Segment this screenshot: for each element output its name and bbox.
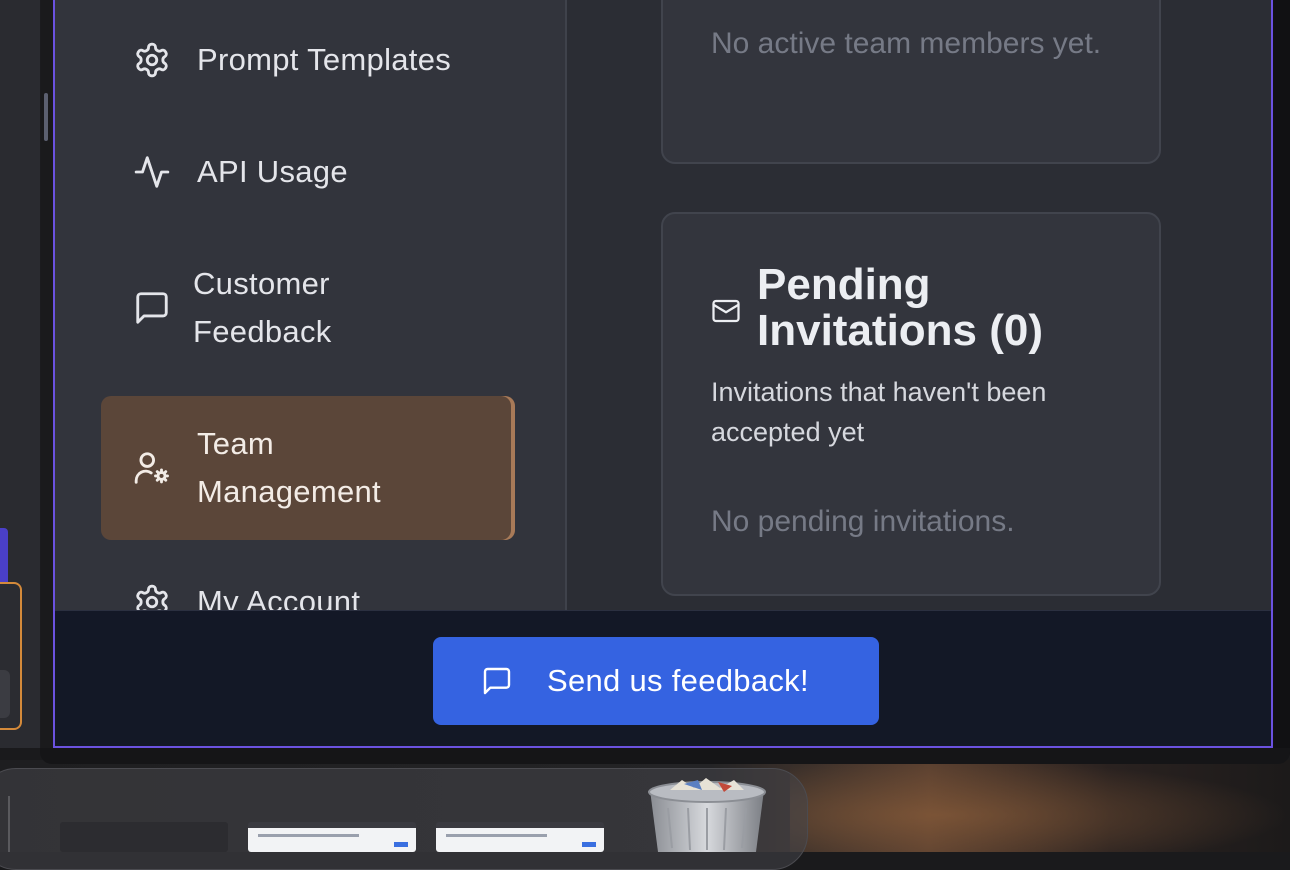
pending-invitations-card: Pending Invitations (0) Invitations that… <box>661 212 1161 596</box>
dock-browser-thumbnail[interactable] <box>436 822 604 852</box>
dock-browser-thumbnail[interactable] <box>248 822 416 852</box>
active-members-empty-text: No active team members yet. <box>711 27 1102 60</box>
activity-icon <box>133 153 171 191</box>
background-window-panel[interactable] <box>0 582 22 730</box>
sidebar-item-prompt-templates[interactable]: Prompt Templates <box>101 36 515 84</box>
pending-invitations-empty-text: No pending invitations. <box>711 505 1015 538</box>
background-window-panel-field[interactable] <box>0 670 10 718</box>
card-title: Pending Invitations (0) <box>757 260 1044 355</box>
active-members-card: No active team members yet. <box>661 0 1161 164</box>
app-window: Prompt Templates API Usage Customer Feed… <box>53 0 1273 748</box>
card-description: Invitations that haven't been accepted y… <box>711 377 1047 447</box>
gear-icon <box>133 41 171 79</box>
sidebar-item-label: Customer Feedback <box>193 266 332 349</box>
message-square-icon <box>481 665 513 697</box>
background-window-scrollbar[interactable] <box>44 93 48 141</box>
window-shadow-bottom <box>40 748 1290 764</box>
sidebar-item-customer-feedback[interactable]: Customer Feedback <box>101 260 515 356</box>
trash-icon[interactable] <box>640 778 774 852</box>
user-cog-icon <box>133 449 171 487</box>
sidebar-item-label: Team Management <box>197 426 381 509</box>
dock-window-thumbnail[interactable] <box>60 822 228 852</box>
main-content: No active team members yet. Pending Invi… <box>567 0 1271 610</box>
card-header: Pending Invitations (0) <box>711 262 1087 354</box>
sidebar-item-label: API Usage <box>197 154 348 189</box>
mail-icon <box>711 296 741 326</box>
send-feedback-button[interactable]: Send us feedback! <box>433 637 879 725</box>
sidebar-item-team-management[interactable]: Team Management <box>101 396 515 540</box>
footer-bar: Send us feedback! <box>55 610 1271 746</box>
sidebar-item-api-usage[interactable]: API Usage <box>101 148 515 196</box>
sidebar-item-label: Prompt Templates <box>197 42 452 77</box>
send-feedback-label: Send us feedback! <box>547 663 809 698</box>
window-shadow <box>1273 0 1290 762</box>
message-square-icon <box>133 289 171 327</box>
background-window-accent <box>0 528 8 588</box>
sidebar: Prompt Templates API Usage Customer Feed… <box>55 0 567 620</box>
dock-separator <box>8 796 10 852</box>
